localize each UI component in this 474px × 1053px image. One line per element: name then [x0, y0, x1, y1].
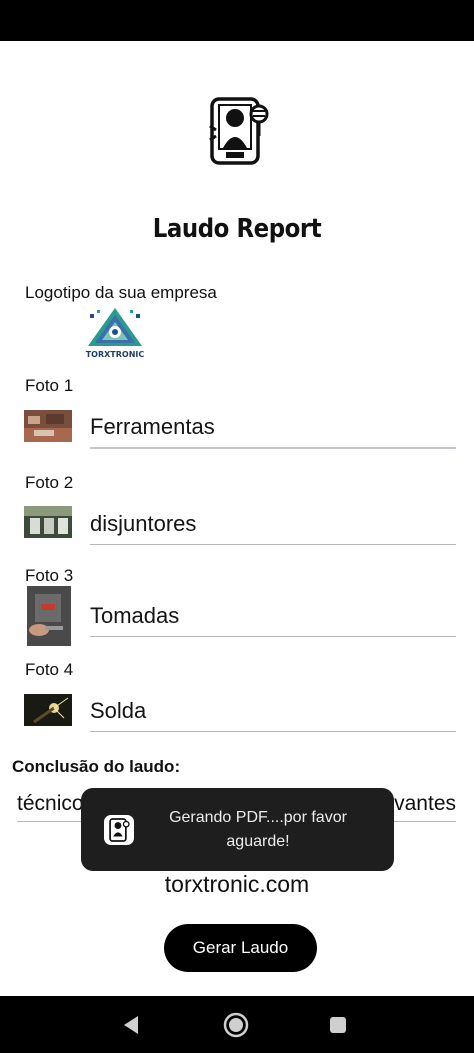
foto-2-description-input[interactable]: disjuntores [90, 511, 456, 545]
toast-notification: Gerando PDF....por favor aguarde! [81, 788, 394, 871]
svg-text:TORXTRONIC: TORXTRONIC [86, 350, 145, 359]
conclusion-text-end: vantes [394, 792, 456, 815]
foto-4-description-input[interactable]: Solda [90, 698, 456, 732]
navigation-bar [0, 996, 474, 1053]
back-icon[interactable] [116, 1010, 146, 1040]
generate-report-button[interactable]: Gerar Laudo [164, 924, 317, 972]
company-logo[interactable]: TORXTRONIC [84, 306, 146, 360]
foto-2-label: Foto 2 [25, 473, 74, 492]
page-title: Laudo Report [152, 214, 322, 244]
conclusion-label: Conclusão do laudo: [12, 757, 181, 776]
foto-4-label: Foto 4 [25, 660, 74, 679]
app-logo-icon [206, 96, 270, 166]
foto-3-description-input[interactable]: Tomadas [90, 603, 456, 637]
home-icon[interactable] [221, 1010, 251, 1040]
foto-4-thumbnail[interactable] [24, 694, 72, 726]
website-text: torxtronic.com [164, 871, 310, 897]
recents-icon[interactable] [323, 1010, 353, 1040]
foto-1-description-input[interactable]: Ferramentas [90, 414, 456, 449]
toast-message: Gerando PDF....por favor aguarde! [169, 809, 347, 850]
foto-1-thumbnail[interactable] [24, 410, 72, 442]
company-logo-label: Logotipo da sua empresa [25, 283, 217, 302]
conclusion-text-start: técnico [17, 792, 84, 815]
status-bar [0, 0, 474, 41]
foto-3-label: Foto 3 [25, 566, 74, 585]
toast-app-icon [104, 815, 134, 845]
foto-3-thumbnail[interactable] [27, 586, 71, 646]
foto-2-thumbnail[interactable] [24, 506, 72, 538]
foto-1-label: Foto 1 [25, 376, 74, 395]
